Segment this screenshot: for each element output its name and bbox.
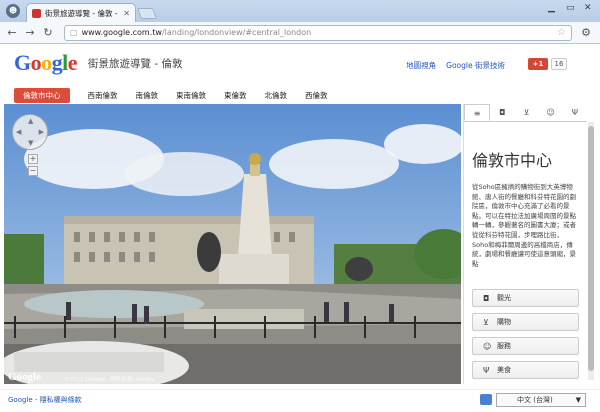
favicon-icon [32,8,41,18]
tab-title: 街景旅遊導覽 - 倫敦 - Go [45,8,120,18]
tab-camera-icon[interactable]: ◘ [490,104,514,121]
pan-up-icon[interactable]: ▲ [28,117,33,125]
plusone-count: 16 [551,58,567,70]
streetview-tech-link[interactable]: Google 街景技術 [446,60,505,71]
tab-fork-icon[interactable]: Ψ [563,104,587,121]
services-button[interactable]: ☺ 服務 [472,337,579,355]
pan-right-icon[interactable]: ▶ [39,128,44,136]
zoom-out-button[interactable]: − [28,166,38,176]
browser-window: ☻ 街景旅遊導覽 - 倫敦 - Go ✕ ▁ ▭ ✕ ← → ↻ ▢ www.g… [0,0,600,412]
fork-icon: Ψ [483,365,490,375]
chevron-down-icon: ▼ [575,396,581,404]
forward-icon[interactable]: → [22,25,38,41]
camera-icon: ◘ [483,293,490,303]
url-path: /landing/londonview/#central_london [161,28,312,37]
map-view-link[interactable]: 地圖視角 [406,60,436,71]
panel-description: 從Soho區擁擠的購物街到大英博物館、唐人街的餐廳和科芬特花園的劇院區，倫敦市中… [472,183,576,268]
street-view-panorama[interactable]: ▲ ▼ ◀ ▶ + − Google ©2012 Google · 資料來源: … [4,104,461,384]
site-title: 街景旅遊導覽 - 倫敦 [88,58,183,70]
nav-item-north-london[interactable]: 北倫敦 [256,88,297,103]
plusone-button[interactable]: +1 [528,58,548,70]
bookmark-star-icon[interactable]: ☆ [557,27,566,38]
zoom-in-button[interactable]: + [28,154,38,164]
close-tab-icon[interactable]: ✕ [123,9,130,18]
minimize-icon[interactable]: ▁ [548,3,555,15]
nav-item-east-london[interactable]: 東倫敦 [215,88,256,103]
pan-control[interactable]: ▲ ▼ ◀ ▶ [12,114,48,150]
page: Google 街景旅遊導覽 - 倫敦 地圖視角 Google 街景技術 +1 1… [0,44,600,412]
cart-icon: ⊻ [483,317,489,327]
nav-item-central-london[interactable]: 倫敦市中心 [14,87,70,103]
panel-tabs: ≡ ◘ ⊻ ☺ Ψ [464,104,587,122]
person-icon: ☺ [483,341,492,351]
maximize-icon[interactable]: ▭ [566,3,575,15]
browser-toolbar: ← → ↻ ▢ www.google.com.tw /landing/londo… [0,22,600,44]
tab-overview-icon[interactable]: ≡ [464,104,491,121]
panel-scrollbar[interactable] [588,122,594,380]
address-bar[interactable]: ▢ www.google.com.tw /landing/londonview/… [64,24,572,41]
close-window-icon[interactable]: ✕ [584,3,592,15]
site-header: Google 街景旅遊導覽 - 倫敦 地圖視角 Google 街景技術 +1 1… [0,44,600,86]
wrench-icon[interactable]: ⚙ [578,25,594,41]
sightseeing-button[interactable]: ◘ 觀光 [472,289,579,307]
header-links: 地圖視角 Google 街景技術 [406,60,505,71]
shopping-button[interactable]: ⊻ 購物 [472,313,579,331]
imagery-copyright: ©2012 Google · 資料來源: Google [64,377,155,383]
food-button[interactable]: Ψ 美食 [472,361,579,379]
reload-icon[interactable]: ↻ [40,25,56,41]
info-panel: ≡ ◘ ⊻ ☺ Ψ 倫敦市中心 從Soho區擁擠的購物街到大英博物館、唐人街的餐… [463,104,587,384]
browser-app-icon[interactable]: ☻ [6,4,20,18]
nav-item-west-london[interactable]: 西倫敦 [296,88,337,103]
nav-item-south-london[interactable]: 南倫敦 [127,88,168,103]
new-tab-button[interactable] [136,8,158,19]
tab-person-icon[interactable]: ☺ [539,104,563,121]
back-icon[interactable]: ← [4,25,20,41]
page-icon: ▢ [70,28,78,37]
nav-item-southwest-london[interactable]: 西南倫敦 [79,88,127,103]
tab-bar: ☻ 街景旅遊導覽 - 倫敦 - Go ✕ ▁ ▭ ✕ [0,0,600,22]
google-logo[interactable]: Google [14,50,78,76]
pan-left-icon[interactable]: ◀ [16,128,21,136]
panel-title: 倫敦市中心 [472,151,553,170]
page-footer: Google - 隱私權與條款 中文 (台灣) ▼ [0,389,600,409]
pan-down-icon[interactable]: ▼ [28,139,33,147]
language-icon [480,394,492,405]
browser-tab[interactable]: 街景旅遊導覽 - 倫敦 - Go ✕ [26,3,136,22]
footer-links[interactable]: Google - 隱私權與條款 [8,395,82,405]
nav-item-southeast-london[interactable]: 東南倫敦 [167,88,215,103]
google-watermark: Google [8,371,41,383]
language-select[interactable]: 中文 (台灣) ▼ [496,393,586,407]
url-host: www.google.com.tw [81,28,162,37]
region-nav: 倫敦市中心 西南倫敦 南倫敦 東南倫敦 東倫敦 北倫敦 西倫敦 [0,86,600,104]
street-view-image [4,104,461,384]
tab-cart-icon[interactable]: ⊻ [514,104,538,121]
scrollbar-thumb[interactable] [588,126,594,371]
